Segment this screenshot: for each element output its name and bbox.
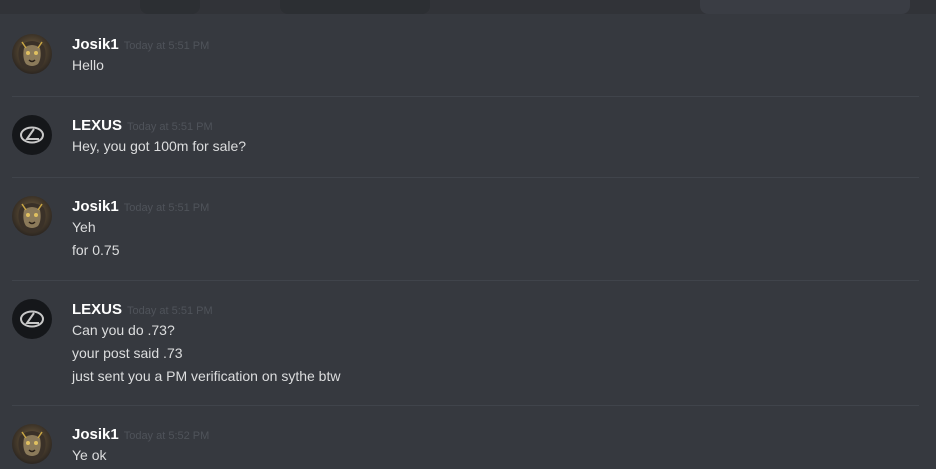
username[interactable]: LEXUS <box>72 117 122 134</box>
top-strip-shape <box>280 0 430 14</box>
timestamp: Today at 5:52 PM <box>123 430 210 442</box>
message-group: Josik1 Today at 5:51 PM Yeh for 0.75 <box>0 196 936 262</box>
message-text: Hey, you got 100m for sale? <box>72 138 247 154</box>
lion-avatar-icon[interactable] <box>12 196 52 236</box>
message-text: Yeh <box>72 219 96 235</box>
message-group: LEXUS Today at 5:51 PM Hey, you got 100m … <box>0 115 936 158</box>
username[interactable]: Josik1 <box>72 36 119 53</box>
message-text: just sent you a PM verification on sythe… <box>72 368 341 384</box>
username[interactable]: Josik1 <box>72 426 119 443</box>
username[interactable]: LEXUS <box>72 301 122 318</box>
lion-avatar-icon[interactable] <box>12 424 52 464</box>
timestamp: Today at 5:51 PM <box>123 202 210 214</box>
timestamp: Today at 5:51 PM <box>127 121 213 133</box>
message-text: Can you do .73? <box>72 322 175 338</box>
lexus-logo-avatar-icon[interactable] <box>12 299 52 339</box>
message-header: Josik1 Today at 5:51 PM <box>72 196 920 216</box>
message-group: Josik1 Today at 5:51 PM Hello <box>0 34 936 77</box>
message-group: LEXUS Today at 5:51 PM Can you do .73? yo… <box>0 299 936 388</box>
message-header: LEXUS Today at 5:51 PM <box>72 115 920 135</box>
message-divider <box>12 96 919 97</box>
username[interactable]: Josik1 <box>72 198 119 215</box>
message-divider <box>12 405 919 406</box>
message-header: Josik1 Today at 5:52 PM <box>72 424 920 444</box>
lexus-logo-avatar-icon[interactable] <box>12 115 52 155</box>
message-divider <box>12 177 919 178</box>
message-header: Josik1 Today at 5:51 PM <box>72 34 920 54</box>
top-strip-shape <box>140 0 200 14</box>
message-text: for 0.75 <box>72 242 120 258</box>
lion-avatar-icon[interactable] <box>12 34 52 74</box>
timestamp: Today at 5:51 PM <box>127 305 213 317</box>
message-text: your post said .73 <box>72 345 183 361</box>
message-group: Josik1 Today at 5:52 PM Ye ok <box>0 424 936 467</box>
message-text: Hello <box>72 57 104 73</box>
message-text: Ye ok <box>72 447 107 463</box>
message-header: LEXUS Today at 5:51 PM <box>72 299 920 319</box>
message-divider <box>12 280 919 281</box>
timestamp: Today at 5:51 PM <box>123 40 210 52</box>
top-strip-shape <box>700 0 910 14</box>
top-strip <box>0 0 936 14</box>
